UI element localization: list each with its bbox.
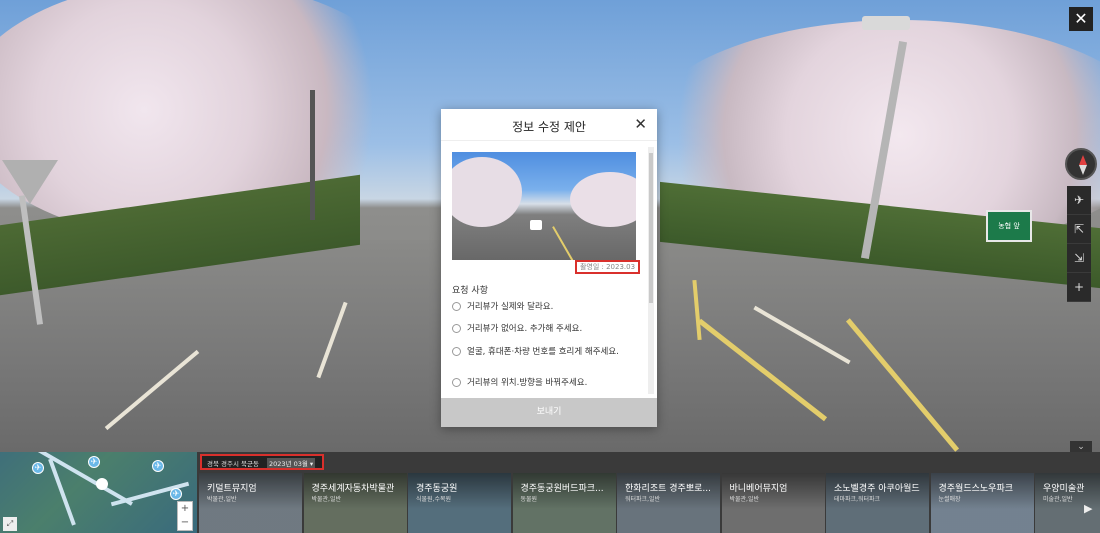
share-icon[interactable]: ⇱ <box>1067 215 1091 244</box>
street-thumbnail <box>452 152 636 260</box>
map-pin-icon[interactable]: ✈ <box>152 460 164 472</box>
place-card-category: 테마파크,워터파크 <box>834 496 881 503</box>
place-card-name: 키덜트뮤지엄 <box>207 484 257 494</box>
zoom-in-button[interactable]: + <box>1067 273 1091 302</box>
map-pin-icon[interactable]: ✈ <box>32 462 44 474</box>
place-card-category: 박물관,일반 <box>311 496 342 503</box>
map-zoom-control: + − <box>177 501 193 531</box>
green-sign-text: 농협 앞 <box>998 222 1020 230</box>
place-card-category: 박물관,일반 <box>729 496 760 503</box>
option-label: 거리뷰가 실제와 달라요. <box>467 302 554 312</box>
scroll-thumb[interactable] <box>649 153 653 303</box>
map-zoom-out-button[interactable]: − <box>178 516 192 530</box>
modal-scrollbar[interactable] <box>648 147 654 394</box>
compass-south-needle <box>1079 165 1087 175</box>
report-icon[interactable]: ⇲ <box>1067 244 1091 273</box>
option-item[interactable]: 거리뷰의 위치.방향을 바꿔주세요. <box>452 378 632 389</box>
street-lamp <box>310 90 315 220</box>
place-card-name: 경주월드스노우파크 <box>938 484 1014 494</box>
place-card-category: 미술관,일반 <box>1043 496 1073 503</box>
thumb-car <box>530 220 542 230</box>
radio-button[interactable] <box>452 347 461 356</box>
minimap[interactable]: ✈ ✈ ✈ ✈ + − ⤢ <box>0 452 197 533</box>
map-zoom-in-button[interactable]: + <box>178 502 192 516</box>
expand-map-icon[interactable]: ⤢ <box>3 517 17 531</box>
map-road <box>27 452 133 506</box>
green-road-sign: 농협 앞 <box>986 210 1032 242</box>
place-card[interactable]: 한화리조트 경주뽀로... 워터파크,일반 <box>617 473 720 533</box>
edit-suggestion-modal: 정보 수정 제안 ✕ 촬영일 : 2023.03 요청 사항 거리뷰가 실제와 … <box>441 109 657 427</box>
traffic-camera <box>862 16 910 30</box>
compass-north-needle <box>1079 155 1087 165</box>
place-card-category: 동물원 <box>520 496 538 503</box>
current-location-icon <box>96 478 108 490</box>
option-label: 얼굴, 휴대폰·차량 번호를 흐리게 해주세요. <box>467 347 619 357</box>
place-card-category: 식물원,수목원 <box>416 496 452 503</box>
place-card[interactable]: 경주세계자동차박물관박물관,일반 <box>303 473 407 533</box>
plane-icon[interactable]: ✈ <box>1067 186 1091 215</box>
yield-sign <box>2 160 58 204</box>
radio-button[interactable] <box>452 302 461 311</box>
place-card[interactable]: 소노벨경주 아쿠아월드테마파크,워터파크 <box>826 473 929 533</box>
nearby-places-list: 키덜트뮤지엄 박물관,일반 경주세계자동차박물관 박물관,일반 경주동궁원 식물원,수목원… <box>199 473 1100 533</box>
date-selector[interactable]: 2023년 03월 ▾ <box>267 458 316 468</box>
modal-close-button[interactable]: ✕ <box>634 115 647 133</box>
place-card-name: 바니베어뮤지엄 <box>729 484 788 494</box>
place-card-name: 한화리조트 경주뽀로... <box>625 484 711 494</box>
close-viewer-button[interactable]: ✕ <box>1069 7 1093 31</box>
lane-marking <box>753 305 851 365</box>
place-card[interactable]: 경주동궁원버드파크... 동물원 <box>512 473 616 533</box>
place-card[interactable]: 키덜트뮤지엄박물관,일반 <box>199 473 302 533</box>
modal-body: 촬영일 : 2023.03 요청 사항 거리뷰가 실제와 달라요. 거리뷰가 없… <box>441 142 657 398</box>
map-pin-icon[interactable]: ✈ <box>170 488 182 500</box>
place-card[interactable]: 경주월드스노우파크눈썰매장 <box>930 473 1034 533</box>
option-item[interactable]: 거리뷰가 실제와 달라요. <box>452 302 632 313</box>
place-card-name: 우양미술관 <box>1043 484 1085 494</box>
location-bar: 경북 경주시 북군동 2023년 03월 ▾ <box>200 454 324 470</box>
place-card-name: 소노벨경주 아쿠아월드 <box>834 484 920 494</box>
compass-icon[interactable] <box>1065 148 1097 180</box>
modal-title: 정보 수정 제안 <box>512 120 586 134</box>
option-item[interactable]: 얼굴, 휴대폰·차량 번호를 흐리게 해주세요. <box>452 347 632 358</box>
radio-button[interactable] <box>452 378 461 387</box>
thumb-yellow-line <box>552 226 574 260</box>
place-card[interactable]: 바니베어뮤지엄박물관,일반 <box>721 473 825 533</box>
option-label: 거리뷰가 없어요. 추가해 주세요. <box>467 324 583 334</box>
place-card[interactable]: 경주동궁원식물원,수목원 <box>408 473 511 533</box>
thumb-trees-right <box>570 172 636 227</box>
modal-header: 정보 수정 제안 ✕ <box>441 109 657 141</box>
place-card-category: 워터파크,일반 <box>625 496 661 503</box>
option-item[interactable]: 거리뷰가 없어요. 추가해 주세요. <box>452 324 632 335</box>
place-card-category: 박물관,일반 <box>207 496 237 503</box>
yellow-line <box>697 318 828 422</box>
lane-marking <box>316 301 348 379</box>
location-name: 경북 경주시 북군동 <box>207 460 259 468</box>
submit-button[interactable]: 보내기 <box>441 398 657 427</box>
shot-date-badge: 촬영일 : 2023.03 <box>575 260 640 274</box>
map-pin-icon[interactable]: ✈ <box>88 456 100 468</box>
place-card-name: 경주동궁원버드파크... <box>520 484 604 494</box>
next-arrow-icon[interactable]: ▶ <box>1084 502 1092 515</box>
place-card-name: 경주동궁원 <box>416 484 458 494</box>
place-card-category: 눈썰매장 <box>938 496 961 503</box>
radio-button[interactable] <box>452 324 461 333</box>
bottom-panel: ✈ ✈ ✈ ✈ + − ⤢ 경북 경주시 북군동 2023년 03월 ▾ 키덜트… <box>0 452 1100 533</box>
option-label: 거리뷰의 위치.방향을 바꿔주세요. <box>467 378 588 388</box>
place-card-name: 경주세계자동차박물관 <box>311 484 395 494</box>
yellow-line <box>845 318 960 452</box>
request-title: 요청 사항 <box>452 286 488 296</box>
side-toolbar: ✈ ⇱ ⇲ + <box>1067 186 1091 302</box>
yellow-line <box>692 279 702 341</box>
lane-marking <box>104 349 200 431</box>
thumb-trees-left <box>452 157 522 227</box>
